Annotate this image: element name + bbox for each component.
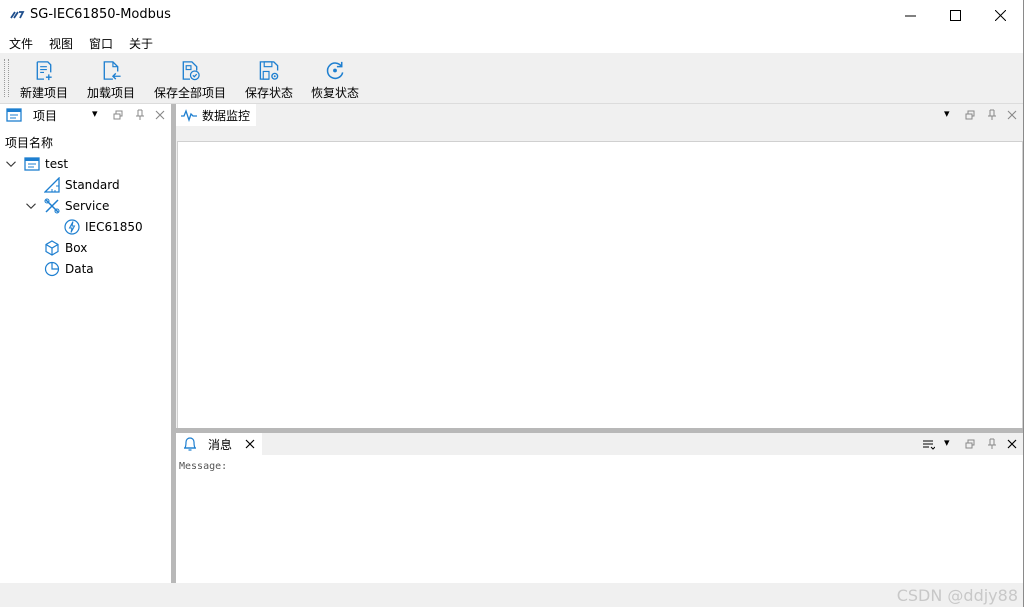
message-panel-header: 消息 ▾ xyxy=(176,433,1024,455)
bell-icon xyxy=(184,437,196,451)
new-project-label: 新建项目 xyxy=(19,86,68,100)
pin-icon[interactable] xyxy=(987,438,997,450)
tree-node-test[interactable]: test xyxy=(5,154,68,174)
chevron-down-icon[interactable] xyxy=(5,158,17,170)
tab-project[interactable]: 项目 xyxy=(0,104,72,128)
new-project-button[interactable]: 新建项目 xyxy=(19,57,69,101)
ruler-triangle-icon xyxy=(44,177,60,193)
float-window-icon[interactable] xyxy=(965,439,975,449)
tools-icon xyxy=(44,198,60,214)
message-panel: 消息 ▾ Message: xyxy=(176,433,1024,583)
restore-state-label: 恢复状态 xyxy=(310,86,359,100)
maximize-button[interactable] xyxy=(932,0,978,31)
window-title: SG-IEC61850-Modbus xyxy=(30,7,171,22)
menu-view[interactable]: 视图 xyxy=(49,35,73,52)
tab-data-monitor[interactable]: 数据监控 xyxy=(176,104,256,126)
tree-node-box[interactable]: Box xyxy=(44,238,87,258)
tab-data-monitor-label: 数据监控 xyxy=(202,109,251,123)
tree-node-data-label: Data xyxy=(65,262,94,276)
watermark-text: CSDN @ddjy88 xyxy=(896,586,1018,605)
project-panel-icon xyxy=(6,108,22,122)
chevron-down-icon[interactable] xyxy=(25,200,37,212)
save-all-icon xyxy=(182,61,200,81)
restore-state-icon xyxy=(326,61,344,80)
data-monitor-panel: 数据监控 ▾ xyxy=(176,104,1024,429)
new-project-icon xyxy=(36,61,52,81)
pin-icon[interactable] xyxy=(987,109,997,121)
menu-bar: 文件 视图 窗口 关于 xyxy=(0,31,1024,53)
tree-node-iec61850-label: IEC61850 xyxy=(85,220,143,234)
tree-node-standard-label: Standard xyxy=(65,178,120,192)
title-bar[interactable]: SG-IEC61850-Modbus xyxy=(0,0,1024,31)
tab-message-label: 消息 xyxy=(208,438,233,452)
data-monitor-content-area[interactable] xyxy=(177,141,1023,429)
save-state-icon xyxy=(259,61,279,80)
panel-dropdown-icon[interactable]: ▾ xyxy=(944,107,950,120)
close-window-button[interactable] xyxy=(977,0,1023,31)
restore-state-button[interactable]: 恢复状态 xyxy=(310,57,360,101)
menu-file[interactable]: 文件 xyxy=(9,35,33,52)
list-menu-icon[interactable] xyxy=(923,439,935,450)
message-log-text: Message: xyxy=(179,461,228,472)
menu-about[interactable]: 关于 xyxy=(129,35,153,52)
maximize-icon xyxy=(949,10,961,21)
close-panel-icon[interactable] xyxy=(1007,439,1017,449)
save-state-button[interactable]: 保存状态 xyxy=(244,57,294,101)
menu-window[interactable]: 窗口 xyxy=(89,35,113,52)
tree-node-service[interactable]: Service xyxy=(25,196,109,216)
pin-icon[interactable] xyxy=(135,109,145,121)
tree-node-standard[interactable]: Standard xyxy=(44,175,120,195)
tab-project-label: 项目 xyxy=(33,109,58,123)
toolbar: 新建项目 加载项目 保存全部项目 保存状态 恢复状态 xyxy=(0,53,1024,104)
minimize-icon xyxy=(904,15,916,17)
tree-node-data[interactable]: Data xyxy=(44,259,94,279)
pie-chart-icon xyxy=(44,261,60,277)
tree-node-test-label: test xyxy=(45,157,69,171)
load-project-icon xyxy=(103,61,121,80)
float-window-icon[interactable] xyxy=(113,110,123,120)
panel-dropdown-icon[interactable]: ▾ xyxy=(944,436,950,449)
lightning-circle-icon xyxy=(64,219,80,235)
save-state-label: 保存状态 xyxy=(244,86,293,100)
tab-message[interactable]: 消息 xyxy=(176,433,262,455)
app-logo-icon xyxy=(10,11,25,19)
close-panel-icon[interactable] xyxy=(1007,110,1017,120)
pulse-icon xyxy=(181,109,197,122)
project-panel-header: 项目 ▾ xyxy=(0,104,171,128)
status-bar: CSDN @ddjy88 xyxy=(0,583,1024,607)
save-all-button[interactable]: 保存全部项目 xyxy=(153,57,227,101)
save-all-label: 保存全部项目 xyxy=(153,86,226,100)
close-tab-icon[interactable] xyxy=(245,439,255,449)
project-node-icon xyxy=(24,157,40,171)
close-panel-icon[interactable] xyxy=(155,110,165,120)
tree-node-box-label: Box xyxy=(65,241,88,255)
cube-icon xyxy=(45,240,59,256)
panel-dropdown-icon[interactable]: ▾ xyxy=(92,107,98,120)
toolbar-grip[interactable] xyxy=(4,59,9,97)
float-window-icon[interactable] xyxy=(965,110,975,120)
project-panel: 项目 ▾ 项目名称 test Standard Service IEC61850… xyxy=(0,104,171,583)
load-project-button[interactable]: 加载项目 xyxy=(85,57,137,101)
tree-node-iec61850[interactable]: IEC61850 xyxy=(64,217,143,237)
project-name-column-header: 项目名称 xyxy=(5,136,54,150)
tree-node-service-label: Service xyxy=(65,199,110,213)
minimize-button[interactable] xyxy=(887,0,933,31)
close-icon xyxy=(994,10,1006,21)
load-project-label: 加载项目 xyxy=(86,86,135,100)
